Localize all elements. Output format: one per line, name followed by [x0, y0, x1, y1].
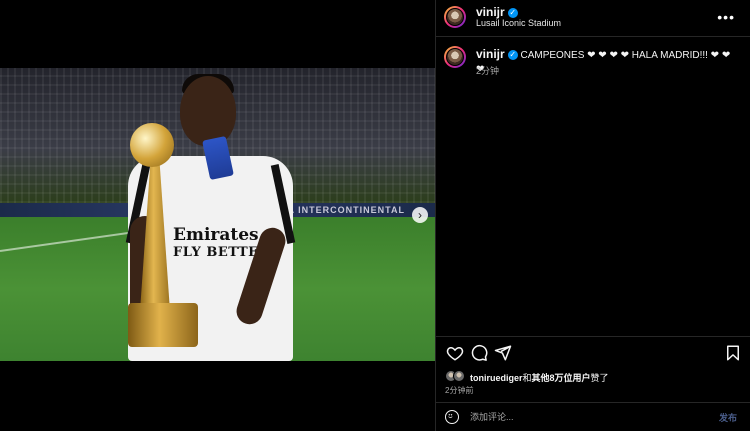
- caption-username[interactable]: vinijr: [476, 47, 505, 61]
- post-header: vinijr ✓ Lusail Iconic Stadium •••: [436, 0, 750, 37]
- comment-divider: [436, 402, 750, 403]
- actions-divider: [436, 336, 750, 337]
- caption-time: 2分钟: [476, 66, 500, 76]
- author-username[interactable]: vinijr: [476, 5, 505, 19]
- post-location[interactable]: Lusail Iconic Stadium: [476, 18, 561, 28]
- post-comment-button[interactable]: 发布: [719, 411, 737, 424]
- trophy-base: [128, 303, 198, 347]
- likes-joiner: 和: [522, 373, 532, 383]
- next-photo-button[interactable]: ›: [412, 207, 428, 223]
- comment-icon[interactable]: [470, 344, 488, 362]
- post-media: FIFA INTERCONTINENTAL Emirates FLY BETTE…: [0, 0, 435, 431]
- liker-username[interactable]: toniruediger: [470, 373, 523, 383]
- liker-avatars: [445, 370, 467, 382]
- bookmark-icon[interactable]: [724, 344, 742, 362]
- trophy-stem: [140, 161, 170, 311]
- heart-icon[interactable]: [446, 344, 464, 362]
- send-icon[interactable]: [494, 344, 512, 362]
- post-photo: FIFA INTERCONTINENTAL Emirates FLY BETTE…: [0, 68, 435, 361]
- author-name-row: vinijr ✓: [476, 5, 518, 19]
- liker-avatar: [453, 370, 465, 382]
- likes-suffix: 赞了: [590, 373, 609, 383]
- post-side-panel: vinijr ✓ Lusail Iconic Stadium ••• vinijr…: [435, 0, 750, 431]
- verified-badge-icon: ✓: [507, 7, 518, 18]
- action-bar: [444, 344, 744, 362]
- comment-input[interactable]: [470, 409, 690, 425]
- caption-verified-badge-icon: ✓: [507, 50, 518, 61]
- likes-others[interactable]: 其他8万位用户: [532, 373, 591, 383]
- caption: vinijr ✓ CAMPEONES ❤ ❤ ❤ ❤ HALA MADRID!!!…: [476, 47, 738, 77]
- trophy: [128, 123, 208, 361]
- post-time: 2分钟前: [445, 386, 474, 395]
- more-options-icon[interactable]: •••: [717, 9, 735, 25]
- likes-summary[interactable]: toniruediger和其他8万位用户赞了: [470, 371, 609, 384]
- emoji-icon[interactable]: [445, 410, 459, 424]
- author-avatar[interactable]: [444, 6, 466, 28]
- trophy-ball: [130, 123, 174, 167]
- caption-avatar[interactable]: [444, 46, 466, 68]
